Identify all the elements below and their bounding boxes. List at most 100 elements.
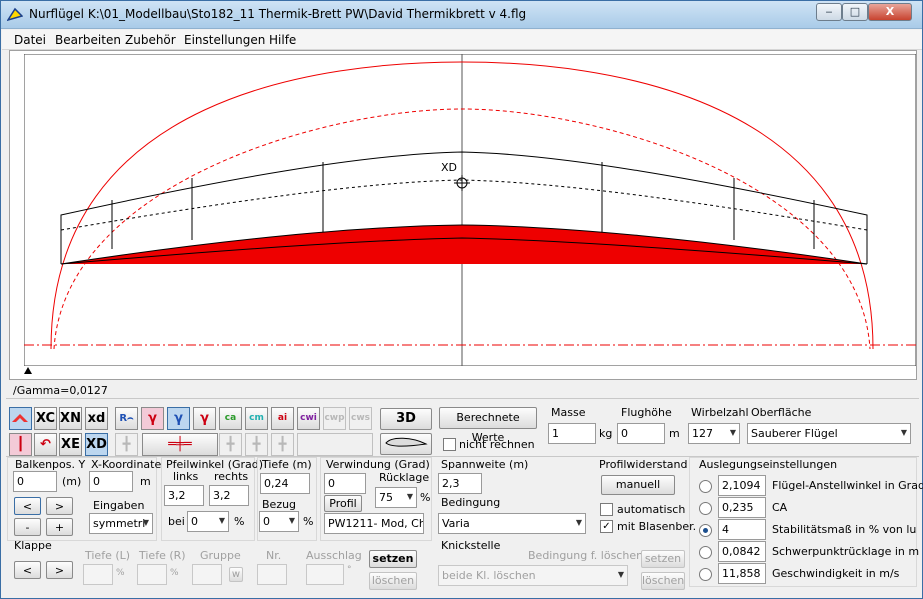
stabilitaet-input[interactable]: 4 [718, 519, 766, 540]
spannweite-label: Spannweite (m) [441, 458, 529, 471]
add-beam-button[interactable]: + [46, 518, 73, 536]
wing-view-icon[interactable] [9, 407, 32, 430]
main-window: Nurflügel K:\01_Modellbau\Sto182_11 Ther… [0, 0, 923, 599]
oberflaeche-select[interactable]: Sauberer Flügel [747, 423, 911, 444]
airfoil-view-button[interactable] [380, 433, 432, 455]
gruppe-w-button: w [229, 567, 243, 582]
undo-icon[interactable]: ↶ [34, 433, 57, 456]
ruecklage-select[interactable]: 75 [375, 487, 417, 508]
balken-input[interactable]: 0 [13, 471, 57, 492]
wing-plot[interactable]: XD [24, 54, 916, 366]
pfeil-pct: % [234, 515, 245, 528]
schwerpunkt-label: Schwerpunktrücklage in m [772, 545, 920, 558]
ausschlag-input [306, 564, 344, 585]
3d-view-button[interactable]: 3D [380, 408, 432, 430]
next-flap-button[interactable]: > [46, 561, 73, 579]
automatisch-checkbox[interactable] [600, 503, 613, 516]
auslegung-radio-anstellwinkel[interactable] [699, 480, 712, 493]
bezug-select[interactable]: 0 [259, 511, 299, 532]
remove-beam-button[interactable]: - [14, 518, 41, 536]
ruecklage-pct: % [420, 491, 431, 504]
flughoehe-unit: m [669, 427, 680, 440]
pfeil-bei-select[interactable]: 0 [187, 511, 229, 532]
slider-marker-icon[interactable] [24, 367, 32, 374]
xkoord-input[interactable]: 0 [89, 471, 133, 492]
xd-button[interactable]: XD [85, 433, 108, 456]
menu-hilfe[interactable]: Hilfe [269, 33, 296, 47]
blasen-checkbox[interactable]: ✓ [600, 520, 613, 533]
divider [6, 398, 919, 399]
menu-datei[interactable]: Datei [14, 33, 46, 47]
klappe-label: Klappe [14, 539, 52, 552]
knickstelle-loeschen-button: löschen [641, 572, 685, 590]
section-right-icon: ╋ [271, 433, 294, 456]
eingaben-label: Eingaben [93, 499, 145, 512]
pfeil-rechts-input[interactable]: 3,2 [209, 485, 249, 506]
balken-label: Balkenpos. Y [15, 458, 86, 471]
bezug-label: Bezug [262, 498, 297, 511]
cwi-curve-icon[interactable]: cwi [297, 407, 320, 430]
bedingung-select[interactable]: Varia [438, 513, 586, 534]
auslegung-label: Auslegungseinstellungen [699, 458, 838, 471]
nr-label: Nr. [266, 549, 282, 562]
wirbelzahl-select[interactable]: 127 [688, 423, 740, 444]
nr-input [257, 564, 287, 585]
ausschlag-label: Ausschlag [306, 549, 362, 562]
menu-zubehoer[interactable]: Zubehör [125, 33, 176, 47]
xn-button[interactable]: XN [59, 407, 82, 430]
schwerpunkt-input[interactable]: 0,0842 [718, 541, 766, 562]
flaps-icon[interactable]: ┃ [9, 433, 32, 456]
menu-einstellungen[interactable]: Einstellungen [184, 33, 265, 47]
pfeil-links-label: links [173, 470, 199, 483]
airfoil-icon [385, 437, 428, 447]
prev-beam-button[interactable]: < [14, 497, 41, 515]
masse-unit: kg [599, 427, 613, 440]
section-mid-icon: ╋ [245, 433, 268, 456]
profil-name-field: PW1211- Mod, Chi [324, 513, 424, 534]
masse-input[interactable]: 1 [548, 423, 596, 444]
flughoehe-input[interactable]: 0 [617, 423, 665, 444]
gruppe-input [192, 564, 222, 585]
manuell-button[interactable]: manuell [601, 475, 675, 495]
wing-drawing-canvas[interactable]: XD [9, 50, 917, 380]
verwindung-input[interactable]: 0 [324, 473, 366, 494]
alpha-i-curve-icon[interactable]: ai [271, 407, 294, 430]
anstellwinkel-input[interactable]: 2,1094 [718, 475, 766, 496]
geschwindigkeit-input[interactable]: 11,858 [718, 563, 766, 584]
xc-button[interactable]: XC [34, 407, 57, 430]
maximize-button[interactable]: □ [842, 3, 868, 21]
masse-label: Masse [551, 406, 586, 419]
wing-sections-button[interactable]: ═╪═ [142, 433, 218, 456]
close-button[interactable]: X [868, 3, 912, 21]
spannweite-input[interactable]: 2,3 [438, 473, 482, 494]
nicht-rechnen-checkbox[interactable] [443, 438, 456, 451]
prev-flap-button[interactable]: < [14, 561, 41, 579]
ca-input[interactable]: 0,235 [718, 497, 766, 518]
ca-curve-icon[interactable]: ca [219, 407, 242, 430]
auslegung-radio-schwerpunkt[interactable] [699, 546, 712, 559]
re-curve-icon[interactable]: R⌢ [115, 407, 138, 430]
auslegung-radio-geschwindigkeit[interactable] [699, 568, 712, 581]
pfeil-links-input[interactable]: 3,2 [164, 485, 204, 506]
xe-button[interactable]: XE [59, 433, 82, 456]
auslegung-radio-ca[interactable] [699, 502, 712, 515]
window-title: Nurflügel K:\01_Modellbau\Sto182_11 Ther… [29, 7, 527, 21]
gamma-v-icon[interactable]: γ [167, 407, 190, 430]
profil-button[interactable]: Profil [324, 495, 362, 512]
tiefe-l-label: Tiefe (L) [85, 549, 131, 562]
oberflaeche-label: Oberfläche [751, 406, 812, 419]
cm-curve-icon[interactable]: cm [245, 407, 268, 430]
minimize-button[interactable]: ‒ [816, 3, 842, 21]
profilwiderstand-label: Profilwiderstand [599, 458, 688, 471]
tiefe-r-label: Tiefe (R) [139, 549, 186, 562]
computed-values-button[interactable]: Berechnete Werte [439, 407, 537, 444]
xd-small-button[interactable]: xd [85, 407, 108, 430]
tiefe-input[interactable]: 0,24 [260, 473, 310, 494]
menu-bearbeiten[interactable]: Bearbeiten [55, 33, 121, 47]
gamma-curve-icon[interactable]: γ [141, 407, 164, 430]
klappe-setzen-button[interactable]: setzen [369, 550, 417, 568]
gamma-0-icon[interactable]: γ [193, 407, 216, 430]
eingaben-select[interactable]: symmetri [89, 513, 153, 534]
auslegung-radio-stabilitaet[interactable] [699, 524, 712, 537]
next-beam-button[interactable]: > [46, 497, 73, 515]
